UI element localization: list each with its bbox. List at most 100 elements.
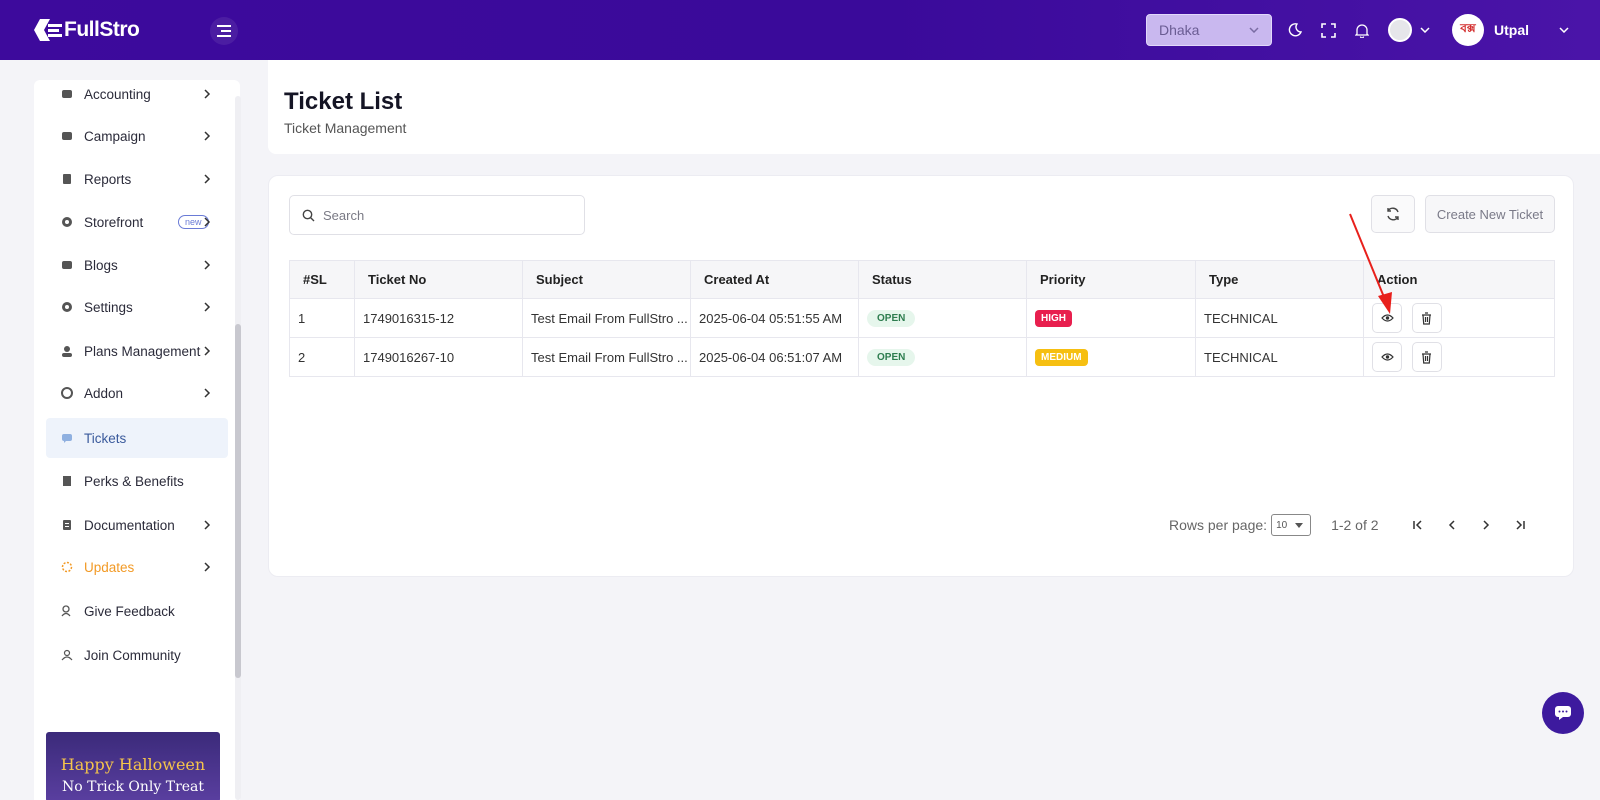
sparkle-icon [60,560,74,574]
user-name: Utpal [1494,22,1529,38]
chevron-right-icon [204,217,211,227]
fullscreen-icon [1320,22,1336,38]
sidebar-item-join-community[interactable]: Join Community [46,635,228,675]
language-selector[interactable] [1388,18,1430,42]
moon-icon [1288,23,1302,37]
sidebar-item-blogs[interactable]: Blogs [46,245,228,285]
column-header-subject[interactable]: Subject [522,260,691,299]
bell-icon [1355,23,1369,38]
sidebar-item-updates[interactable]: Updates [46,547,228,587]
last-page-button[interactable] [1509,514,1531,536]
box-icon [60,258,74,272]
tickets-table: #SL Ticket No Subject Created At Status … [289,260,1555,377]
status-badge: OPEN [867,310,916,327]
page-subtitle: Ticket Management [284,120,407,136]
sidebar-item-label: Campaign [84,128,146,144]
chat-bubble-icon [1555,706,1571,720]
community-icon [60,648,74,662]
chat-support-button[interactable] [1542,692,1584,734]
avatar: বক্স [1452,14,1484,46]
branch-select-value: Dhaka [1159,22,1200,38]
cell-created-at: 2025-06-04 05:51:55 AM [690,298,859,338]
sidebar-item-storefront[interactable]: Storefront new [46,202,228,242]
sidebar-item-reports[interactable]: Reports [46,159,228,199]
book-icon [60,474,74,488]
cell-action [1363,337,1555,377]
create-new-ticket-button[interactable]: Create New Ticket [1425,195,1555,233]
cell-status: OPEN [858,337,1027,377]
chevron-right-icon [204,562,211,572]
feedback-icon [60,604,74,618]
sidebar-item-label: Storefront [84,214,144,230]
column-header-created-at[interactable]: Created At [690,260,859,299]
view-ticket-button[interactable] [1372,342,1402,372]
trash-icon [1422,350,1432,364]
cell-priority: HIGH [1026,298,1196,338]
cell-sl: 2 [289,337,355,377]
menu-toggle-button[interactable] [210,17,238,45]
notifications-button[interactable] [1352,20,1372,40]
rows-per-page-select[interactable]: 10 [1271,514,1312,536]
column-header-priority[interactable]: Priority [1026,260,1196,299]
cell-created-at: 2025-06-04 06:51:07 AM [690,337,859,377]
sidebar-item-label: Addon [84,385,124,401]
sidebar-item-give-feedback[interactable]: Give Feedback [46,591,228,631]
sidebar-item-documentation[interactable]: Documentation [46,505,228,545]
gear-icon [60,215,74,229]
sidebar-item-label: Accounting [84,86,151,102]
sidebar-item-label: Perks & Benefits [84,473,184,489]
refresh-button[interactable] [1371,195,1415,233]
logo-mark-icon [32,16,62,44]
document-icon [60,518,74,532]
table-row[interactable]: 1 1749016315-12 Test Email From FullStro… [289,298,1555,338]
chevron-right-icon [204,131,211,141]
search-input[interactable] [323,207,573,223]
sidebar-item-label: Tickets [84,430,127,446]
app-logo[interactable]: FullStro [32,16,140,44]
first-page-button[interactable] [1407,514,1429,536]
table-row[interactable]: 2 1749016267-10 Test Email From FullStro… [289,337,1555,377]
rows-per-page-label: Rows per page: [1169,517,1268,533]
eye-icon [1380,314,1394,322]
sidebar-item-tickets[interactable]: Tickets [46,418,228,458]
sidebar-item-plans-management[interactable]: Plans Management [46,331,228,371]
sidebar-item-settings[interactable]: Settings [46,287,228,327]
dark-mode-toggle[interactable] [1285,20,1305,40]
sidebar-scrollbar-thumb[interactable] [235,324,241,678]
first-page-icon [1412,520,1422,530]
chat-icon [60,431,74,445]
chevron-down-icon [1420,27,1430,33]
view-ticket-button[interactable] [1372,303,1402,333]
cell-subject: Test Email From FullStro ... [522,298,691,338]
sidebar-item-campaign[interactable]: Campaign [46,116,228,156]
user-menu[interactable]: বক্স Utpal [1452,14,1569,46]
fullscreen-button[interactable] [1318,20,1338,40]
chevron-right-icon [204,89,211,99]
branch-select[interactable]: Dhaka [1146,14,1272,46]
sidebar-item-label: Plans Management [84,343,201,359]
language-flag-icon [1388,18,1412,42]
column-header-sl[interactable]: #SL [289,260,355,299]
halloween-promo-banner[interactable]: Happy Halloween No Trick Only Treat [46,732,220,800]
column-header-type[interactable]: Type [1195,260,1364,299]
sidebar-item-accounting[interactable]: Accounting [46,80,228,114]
chevron-right-icon [204,174,211,184]
previous-page-button[interactable] [1441,514,1463,536]
sidebar-item-label: Updates [84,559,135,575]
eye-icon [1380,353,1394,361]
next-page-button[interactable] [1475,514,1497,536]
sidebar-item-addon[interactable]: Addon [46,373,228,413]
promo-line-1: Happy Halloween [60,755,206,774]
last-page-icon [1516,520,1525,530]
cell-priority: MEDIUM [1026,337,1196,377]
cell-ticket-no: 1749016267-10 [354,337,523,377]
search-box[interactable] [289,195,585,235]
column-header-ticket-no[interactable]: Ticket No [354,260,523,299]
sidebar-item-perks-benefits[interactable]: Perks & Benefits [46,461,228,501]
delete-ticket-button[interactable] [1411,342,1442,372]
delete-ticket-button[interactable] [1411,303,1442,333]
cell-status: OPEN [858,298,1027,338]
chevron-right-icon [204,520,211,530]
column-header-status[interactable]: Status [858,260,1027,299]
priority-badge: MEDIUM [1035,349,1088,366]
